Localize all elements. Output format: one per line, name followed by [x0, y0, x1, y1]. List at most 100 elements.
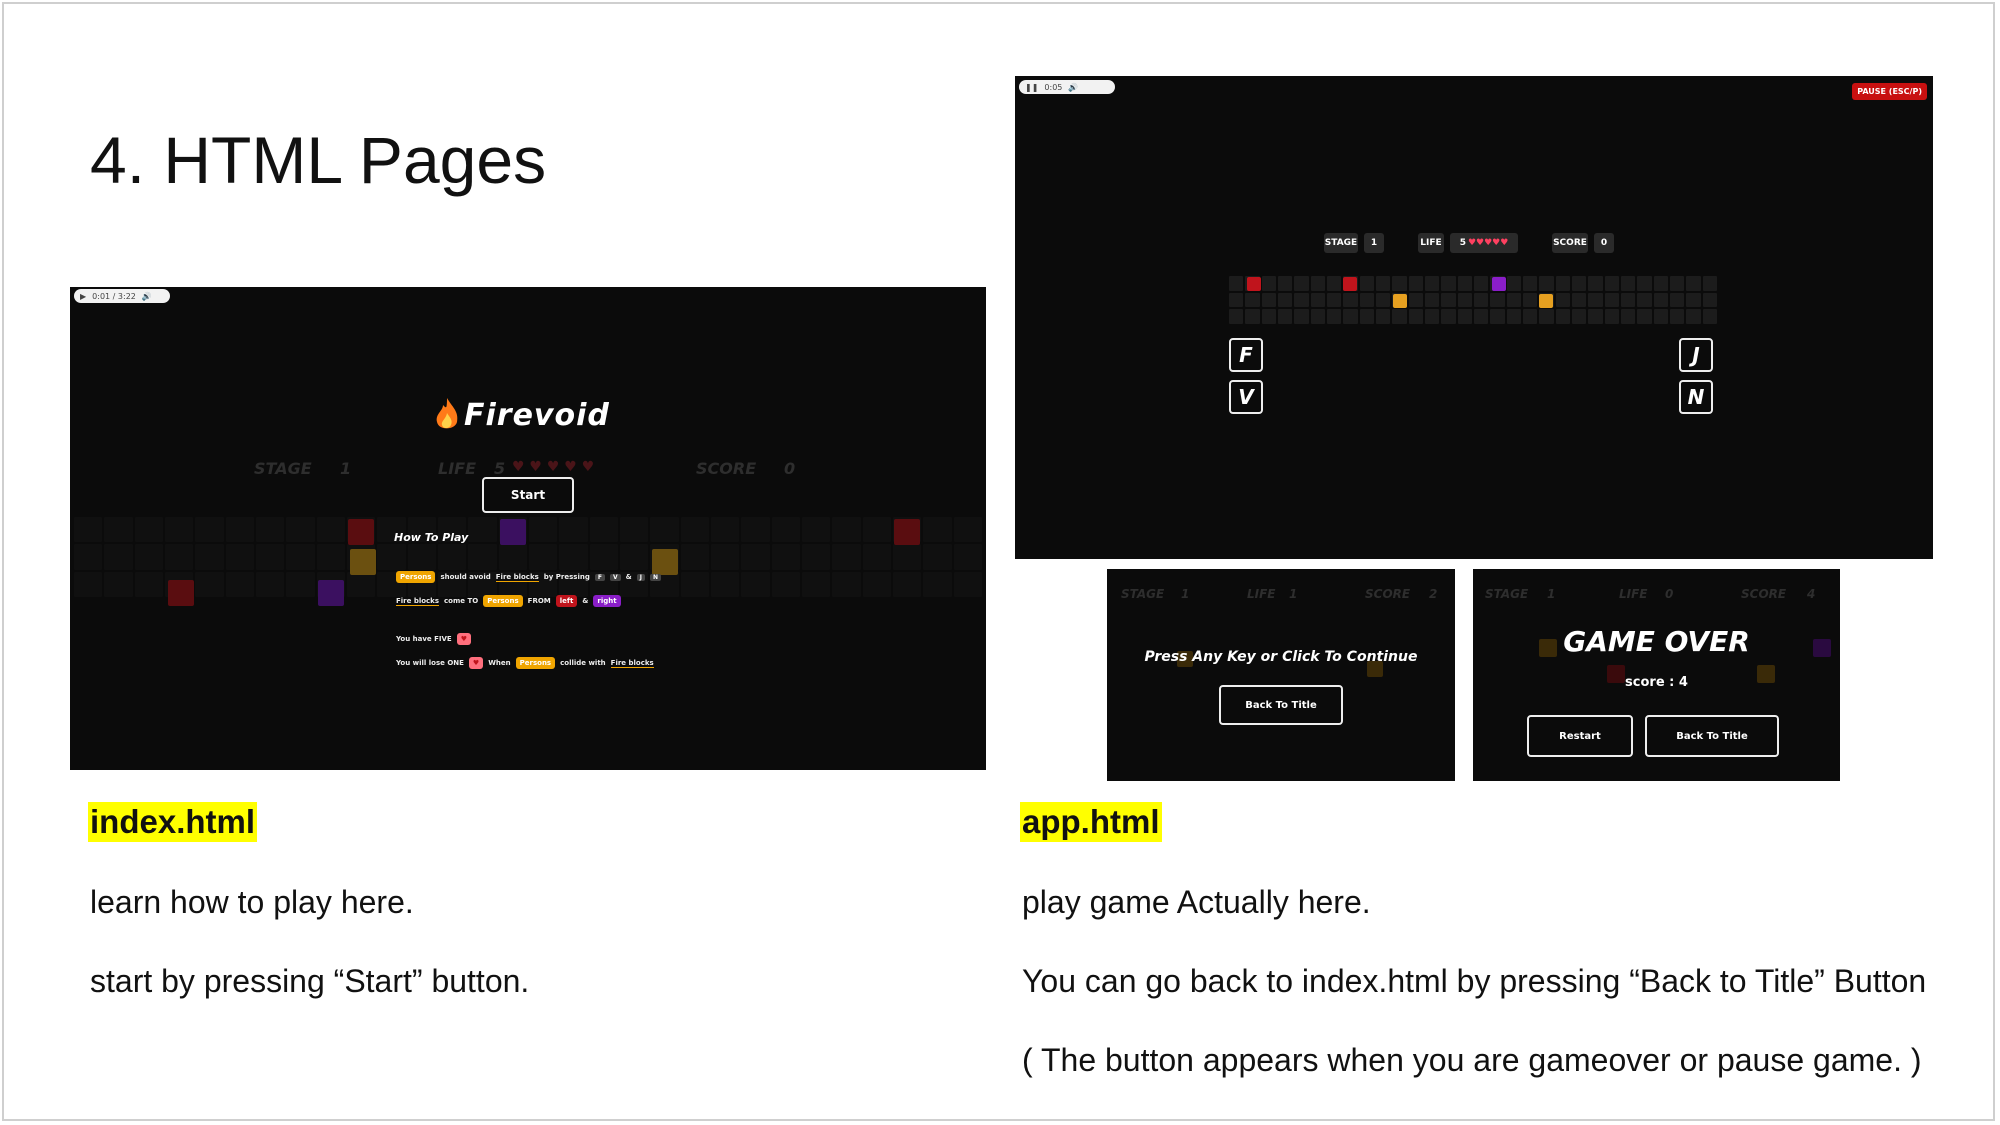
- faint-stage-label: STAGE: [1121, 587, 1165, 601]
- grid-cell: [407, 544, 436, 570]
- restart-button[interactable]: Restart: [1527, 715, 1633, 757]
- grid-cell: [1277, 292, 1293, 308]
- grid-cell: [1604, 292, 1619, 308]
- faint-stage-value: 1: [1547, 587, 1556, 601]
- grid-cell: [134, 544, 163, 570]
- grid-cell: [1326, 276, 1342, 291]
- grid-cell: [256, 517, 285, 543]
- grid-cell: [862, 544, 891, 570]
- grid-cell: [802, 517, 831, 543]
- faint-life-label: LIFE: [1247, 587, 1276, 601]
- grid-cell: [771, 544, 800, 570]
- grid-cell: [771, 517, 800, 543]
- fire-block: [318, 580, 344, 606]
- faint-score-label: SCORE: [1741, 587, 1787, 601]
- play-icon[interactable]: ▶: [80, 292, 86, 301]
- grid-cell: [559, 517, 588, 543]
- grid-cell: [1326, 309, 1342, 324]
- pause-icon[interactable]: ❚❚: [1025, 83, 1038, 92]
- key-j[interactable]: J: [1679, 338, 1713, 372]
- hud-stage-label: STAGE: [1324, 233, 1358, 253]
- grid-cell: [1653, 292, 1668, 308]
- left-chip: left: [555, 595, 578, 607]
- slide: 4. HTML Pages ▶ 0:01 / 3:22 🔊 STAGE 1 LI…: [2, 2, 1995, 1121]
- grid-cell: [1375, 276, 1391, 291]
- grid-cell: [1359, 309, 1374, 324]
- media-controls[interactable]: ❚❚ 0:05 🔊: [1019, 80, 1115, 94]
- and-text: &: [625, 573, 632, 581]
- fire-block: [168, 580, 194, 606]
- grid-cell: [1261, 309, 1276, 324]
- faint-life-value: 5: [494, 459, 506, 478]
- faint-stage-value: 1: [340, 459, 352, 478]
- grid-cell: [104, 571, 133, 597]
- start-button[interactable]: Start: [482, 477, 574, 513]
- fire-blocks-text: Fire blocks: [396, 596, 440, 606]
- back-to-title-button[interactable]: Back To Title: [1645, 715, 1779, 757]
- grid-cell: [862, 571, 891, 597]
- fire-block: [1247, 277, 1261, 291]
- index-file-label: index.html: [88, 802, 258, 842]
- media-controls[interactable]: ▶ 0:01 / 3:22 🔊: [74, 289, 170, 303]
- grid-cell: [104, 544, 133, 570]
- hud-score-label: SCORE: [1552, 233, 1588, 253]
- grid-cell: [1277, 276, 1293, 291]
- grid-cell: [1669, 309, 1685, 324]
- grid-cell: [832, 517, 861, 543]
- key-n[interactable]: N: [1679, 380, 1713, 414]
- grid-cell: [1245, 292, 1260, 308]
- pause-button[interactable]: PAUSE (ESC/P): [1852, 83, 1927, 100]
- grid-cell: [468, 544, 497, 570]
- grid-cell: [893, 544, 922, 570]
- grid-cell: [953, 517, 982, 543]
- grid-cell: [1375, 292, 1391, 308]
- key-v[interactable]: V: [1229, 380, 1263, 414]
- media-time: 0:05: [1044, 82, 1063, 92]
- persons-chip: Persons: [396, 571, 436, 583]
- grid-cell: [1637, 276, 1652, 291]
- fire-blocks-text: Fire blocks: [610, 658, 654, 668]
- grid-cell: [1326, 292, 1342, 308]
- volume-icon[interactable]: 🔊: [1068, 83, 1078, 92]
- grid-cell: [1473, 276, 1489, 291]
- grid-cell: [347, 571, 376, 597]
- hud-stage-value: 1: [1364, 233, 1384, 253]
- grid-cell: [802, 571, 831, 597]
- grid-cell: [832, 571, 861, 597]
- grid-cell: [923, 517, 952, 543]
- fire-blocks-text: Fire blocks: [495, 572, 539, 582]
- faint-score-value: 0: [784, 459, 796, 478]
- should-avoid-text: should avoid: [440, 573, 491, 581]
- person-block: [1539, 294, 1553, 308]
- heart-chip: ♥: [468, 657, 484, 669]
- hud-life-value: 5 ♥♥♥♥♥: [1450, 233, 1518, 253]
- key-f[interactable]: F: [1229, 338, 1263, 372]
- grid-cell: [1408, 309, 1423, 324]
- grid-cell: [1294, 292, 1309, 308]
- grid-cell: [589, 544, 618, 570]
- grid-cell: [1620, 292, 1636, 308]
- grid-cell: [1424, 292, 1440, 308]
- back-to-title-button[interactable]: Back To Title: [1219, 685, 1343, 725]
- grid-cell: [650, 517, 679, 543]
- grid-cell: [498, 544, 527, 570]
- grid-cell: [893, 571, 922, 597]
- grid-cell: [923, 571, 952, 597]
- volume-icon[interactable]: 🔊: [142, 292, 152, 301]
- key-j-chip: J: [636, 573, 645, 581]
- grid-cell: [286, 517, 315, 543]
- life-hearts: ♥♥♥♥♥: [1467, 238, 1509, 248]
- grid-cell: [680, 544, 709, 570]
- grid-cell: [529, 517, 558, 543]
- grid-cell: [225, 517, 254, 543]
- grid-cell: [316, 517, 345, 543]
- faint-score-value: 4: [1807, 587, 1816, 601]
- grid-cell: [1604, 276, 1619, 291]
- grid-cell: [1539, 309, 1554, 324]
- faint-score-value: 2: [1429, 587, 1438, 601]
- grid-cell: [711, 517, 740, 543]
- faint-stage-value: 1: [1181, 587, 1190, 601]
- grid-cell: [1229, 276, 1244, 291]
- grid-cell: [1245, 309, 1260, 324]
- pause-message: Press Any Key or Click To Continue: [1144, 649, 1418, 665]
